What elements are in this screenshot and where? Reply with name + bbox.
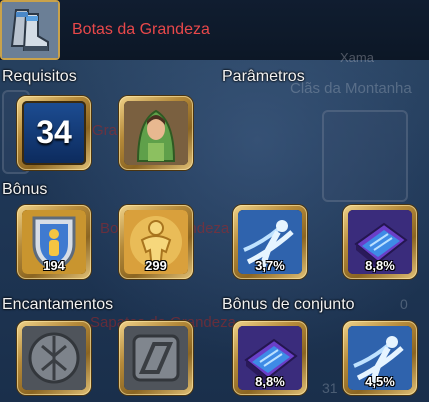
bonus-value-3: 3,7%	[255, 258, 285, 273]
enchantments-title: Encantamentos	[2, 296, 114, 313]
ghost-xama-text: Xama	[340, 50, 374, 65]
enchantment-slot-1[interactable]	[17, 321, 91, 395]
boots-icon[interactable]	[0, 0, 60, 60]
set-bonus-title: Bônus de conjunto	[222, 296, 355, 313]
bonus-value-2: 299	[145, 258, 167, 273]
ghost-zero: 0	[400, 296, 408, 312]
requirements-title: Requisitos	[2, 68, 77, 85]
bonus-slot-1[interactable]: 194	[17, 205, 91, 279]
ghost-character-slot	[322, 110, 408, 202]
set-bonus-slot-1[interactable]: 8,8%	[233, 321, 307, 395]
hooded-character-icon	[124, 101, 188, 165]
bonus-value-4: 8,8%	[365, 258, 395, 273]
set-bonus-slot-2[interactable]: 4,5%	[343, 321, 417, 395]
ghost-number: 31	[322, 380, 338, 396]
parameters-title: Parâmetros	[222, 68, 305, 85]
bonus-slot-2[interactable]: 299	[119, 205, 193, 279]
bonus-value-1: 194	[43, 258, 65, 273]
bonus-slot-3[interactable]: 3,7%	[233, 205, 307, 279]
required-level-slot[interactable]: 34	[17, 96, 91, 170]
item-title: Botas da Grandeza	[72, 21, 210, 38]
enchantment-slot-2[interactable]	[119, 321, 193, 395]
required-class-slot[interactable]	[119, 96, 193, 170]
required-level: 34	[36, 114, 72, 150]
ghost-clan-text: Clãs da Montanha	[290, 80, 412, 97]
item-header: Botas da Grandeza Xama	[0, 0, 429, 65]
bonus-slot-4[interactable]: 8,8%	[343, 205, 417, 279]
bonus-title: Bônus	[2, 181, 48, 198]
stone-rune-square-icon	[124, 326, 188, 390]
stone-rune-circle-icon	[22, 326, 86, 390]
set-bonus-value-2: 4,5%	[365, 374, 395, 389]
set-bonus-value-1: 8,8%	[255, 374, 285, 389]
